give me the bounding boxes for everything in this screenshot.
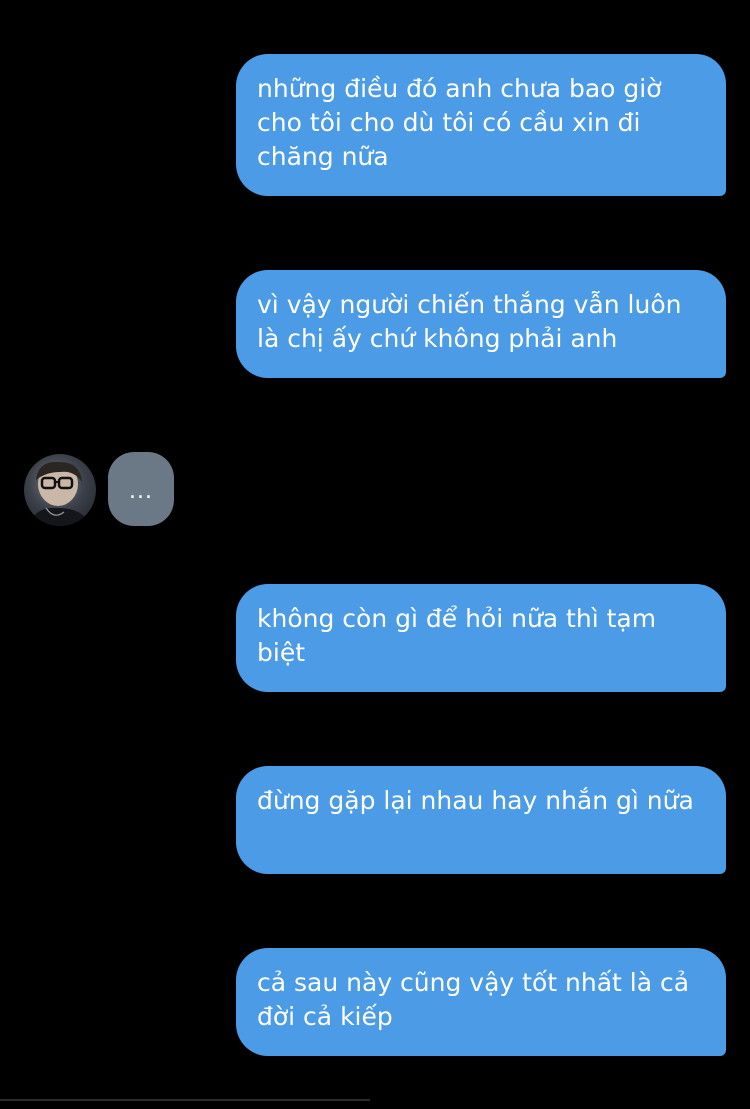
message-bubble[interactable]: vì vậy người chiến thắng vẫn luôn là chị… [236,270,726,378]
message-bubble[interactable]: cả sau này cũng vậy tốt nhất là cả đời c… [236,948,726,1056]
message-text: không còn gì để hỏi nữa thì tạm biệt [257,604,657,667]
message-bubble[interactable]: không còn gì để hỏi nữa thì tạm biệt [236,584,726,692]
avatar-photo-icon [30,461,90,526]
message-text: đừng gặp lại nhau hay nhắn gì nữa [257,786,694,815]
message-text: cả sau này cũng vậy tốt nhất là cả đời c… [257,968,690,1031]
message-text: vì vậy người chiến thắng vẫn luôn là chị… [257,290,682,353]
message-bubble[interactable]: những điều đó anh chưa bao giờ cho tôi c… [236,54,726,196]
typing-dots: ... [129,479,153,504]
bottom-divider [0,1099,370,1101]
message-text: những điều đó anh chưa bao giờ cho tôi c… [257,74,662,171]
typing-indicator: ... [108,452,174,526]
message-bubble[interactable]: đừng gặp lại nhau hay nhắn gì nữa [236,766,726,874]
contact-avatar[interactable] [24,454,96,526]
